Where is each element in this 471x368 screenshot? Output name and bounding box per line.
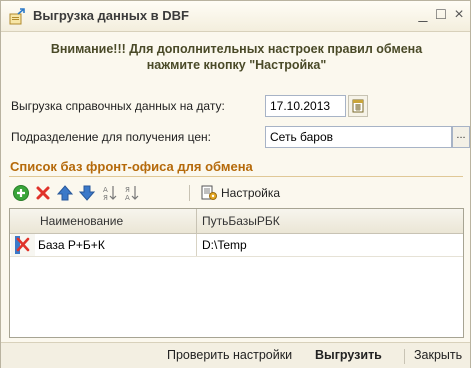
column-header-path[interactable]: ПутьБазыРБК [202, 214, 280, 228]
calendar-icon [352, 99, 364, 113]
table-header: Наименование ПутьБазыРБК [10, 209, 463, 234]
delete-icon[interactable] [33, 183, 53, 203]
settings-icon[interactable] [199, 183, 219, 203]
table-toolbar: А Я Я А Настройка [9, 181, 464, 205]
column-header-name[interactable]: Наименование [40, 214, 123, 228]
date-field[interactable]: 17.10.2013 [265, 95, 346, 117]
warning-line-2: нажмите кнопку "Настройка" [146, 58, 327, 72]
toolbar-separator [189, 185, 190, 201]
row-marker [11, 234, 35, 256]
section-title: Список баз фронт-офиса для обмена [10, 159, 253, 174]
subdivision-field[interactable]: Сеть баров [265, 126, 452, 148]
svg-text:А: А [103, 186, 108, 194]
window-title: Выгрузка данных в DBF [33, 8, 189, 23]
subdivision-label: Подразделение для получения цен: [11, 130, 211, 144]
deleted-mark-icon [15, 236, 30, 254]
calendar-button[interactable] [348, 95, 368, 117]
date-label: Выгрузка справочных данных на дату: [11, 99, 225, 113]
row-name-cell[interactable]: База Р+Б+К [38, 238, 105, 252]
section-divider [9, 176, 463, 177]
select-subdivision-button[interactable]: ... [452, 126, 470, 148]
export-document-icon [9, 8, 25, 25]
settings-button-label[interactable]: Настройка [221, 186, 280, 200]
row-path-cell[interactable]: D:\Temp [202, 238, 247, 252]
table-row[interactable]: База Р+Б+К D:\Temp [10, 234, 463, 257]
svg-text:Я: Я [125, 186, 130, 194]
warning-message: Внимание!!! Для дополнительных настроек … [9, 41, 464, 73]
move-up-icon[interactable] [55, 183, 75, 203]
sort-descending-icon[interactable]: Я А [121, 183, 141, 203]
add-icon[interactable] [11, 183, 31, 203]
footer-separator [404, 349, 405, 364]
column-divider[interactable] [196, 209, 197, 233]
close-button[interactable]: Закрыть [414, 348, 462, 362]
dialog-window: Выгрузка данных в DBF _ □ × Внимание!!! … [0, 0, 471, 368]
svg-text:Я: Я [103, 194, 108, 202]
title-bar: Выгрузка данных в DBF _ □ × [1, 1, 470, 32]
footer-bar: Проверить настройки Выгрузить Закрыть [1, 342, 470, 368]
svg-text:А: А [125, 194, 130, 202]
minimize-button[interactable]: _ [414, 5, 432, 25]
export-button[interactable]: Выгрузить [315, 348, 382, 362]
warning-line-1: Внимание!!! Для дополнительных настроек … [50, 42, 423, 56]
move-down-icon[interactable] [77, 183, 97, 203]
close-window-button[interactable]: × [450, 5, 468, 25]
front-office-bases-table: Наименование ПутьБазыРБК База Р+Б+К D:\T… [9, 208, 464, 338]
check-settings-button[interactable]: Проверить настройки [167, 348, 292, 362]
sort-ascending-icon[interactable]: А Я [99, 183, 119, 203]
cell-divider [196, 234, 197, 256]
maximize-button[interactable]: □ [432, 5, 450, 25]
